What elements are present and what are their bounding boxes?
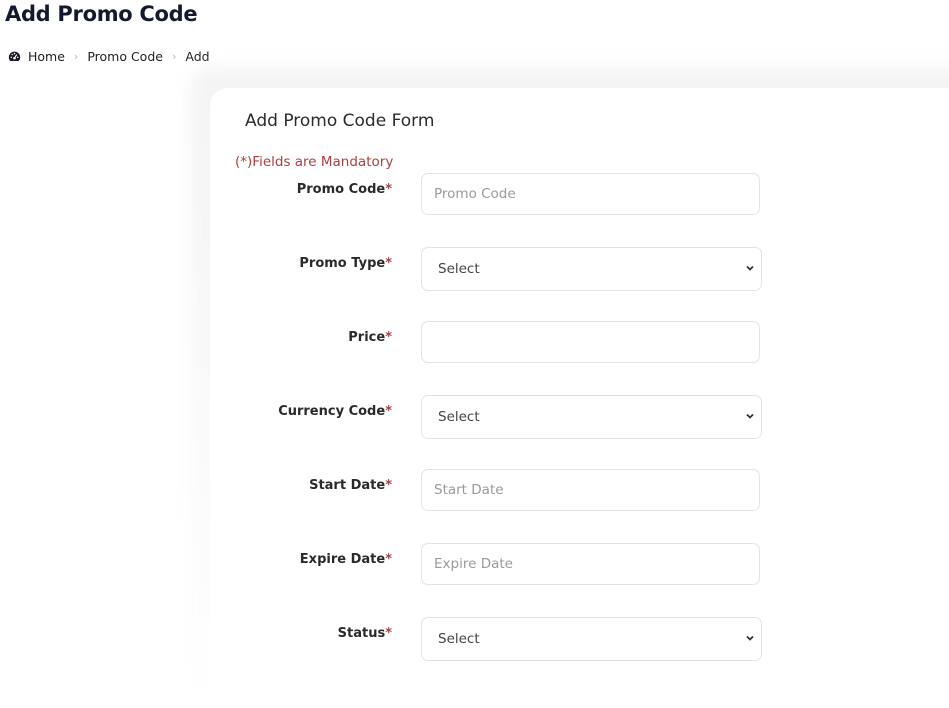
promo-code-label: Promo Code*: [296, 182, 392, 197]
form-row-promo-type: Promo Type* Select: [210, 247, 949, 291]
price-input[interactable]: [421, 321, 760, 363]
promo-type-select[interactable]: Select: [421, 247, 762, 291]
currency-code-selected: Select: [438, 409, 480, 425]
form-row-expire-date: Expire Date*: [210, 543, 949, 587]
promo-code-input[interactable]: [421, 173, 760, 215]
chevron-down-icon: [746, 265, 754, 271]
form-row-status: Status* Select: [210, 617, 949, 661]
promo-type-label: Promo Type*: [299, 256, 392, 271]
status-select[interactable]: Select: [421, 617, 762, 661]
form-title: Add Promo Code Form: [245, 111, 435, 131]
form-row-start-date: Start Date*: [210, 469, 949, 513]
form-row-promo-code: Promo Code*: [210, 173, 949, 217]
breadcrumb-promo-code[interactable]: Promo Code: [87, 49, 163, 64]
breadcrumb-separator: ›: [73, 50, 79, 63]
chevron-down-icon: [746, 413, 754, 419]
start-date-input[interactable]: [421, 469, 760, 511]
promo-code-form-card: Add Promo Code Form (*)Fields are Mandat…: [210, 88, 949, 708]
promo-type-selected: Select: [438, 261, 480, 277]
currency-code-select[interactable]: Select: [421, 395, 762, 439]
expire-date-label: Expire Date*: [299, 552, 392, 567]
breadcrumb: Home › Promo Code › Add: [8, 49, 210, 64]
dashboard-icon: [8, 51, 21, 62]
start-date-label: Start Date*: [309, 478, 392, 493]
form-row-price: Price*: [210, 321, 949, 365]
price-label: Price*: [348, 330, 392, 345]
status-label: Status*: [337, 626, 392, 641]
chevron-down-icon: [746, 635, 754, 641]
breadcrumb-separator: ›: [171, 50, 177, 63]
breadcrumb-home[interactable]: Home: [28, 49, 65, 64]
form-row-currency-code: Currency Code* Select: [210, 395, 949, 439]
currency-code-label: Currency Code*: [278, 404, 392, 419]
expire-date-input[interactable]: [421, 543, 760, 585]
mandatory-note: (*)Fields are Mandatory: [235, 154, 394, 170]
page-title: Add Promo Code: [5, 2, 198, 26]
breadcrumb-current: Add: [185, 49, 210, 64]
status-selected: Select: [438, 631, 480, 647]
